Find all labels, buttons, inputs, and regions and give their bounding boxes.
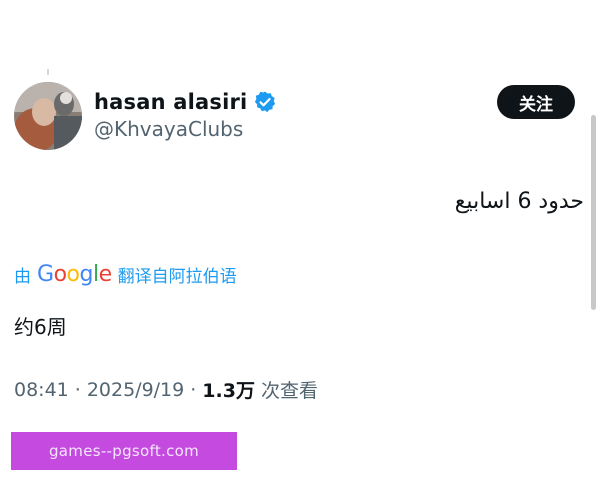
translation-attribution[interactable]: 由 Google 翻译自阿拉伯语 xyxy=(14,259,237,289)
follow-button[interactable]: 关注 xyxy=(497,85,575,119)
google-logo: Google xyxy=(37,262,112,287)
tweet-detail-page: hasan alasiri @KhvayaClubs 关注 حدود 6 اسا… xyxy=(0,0,600,480)
verified-badge-icon xyxy=(253,90,277,114)
google-letter: o xyxy=(53,261,67,287)
author-name-row: hasan alasiri xyxy=(94,88,277,116)
tweet-date[interactable]: 2025/9/19 xyxy=(87,379,184,401)
google-letter: o xyxy=(66,261,80,287)
avatar-photo-icon xyxy=(14,82,82,150)
meta-separator: · xyxy=(190,378,197,401)
scrollbar[interactable] xyxy=(591,115,596,310)
meta-separator: · xyxy=(74,378,81,401)
avatar[interactable] xyxy=(14,82,82,150)
google-letter: e xyxy=(98,261,113,287)
google-letter: G xyxy=(37,261,54,287)
author-handle[interactable]: @KhvayaClubs xyxy=(94,117,243,141)
translated-text: 约6周 xyxy=(14,315,67,339)
tweet-time[interactable]: 08:41 xyxy=(14,379,69,401)
google-letter: g xyxy=(79,261,94,287)
translation-source-language: 翻译自阿拉伯语 xyxy=(117,266,237,287)
watermark-banner: games--pgsoft.com xyxy=(11,432,237,470)
translation-prefix: 由 xyxy=(14,266,31,287)
tweet-text: حدود 6 اسابيع xyxy=(454,189,584,214)
views-count: 1.3万 xyxy=(202,380,255,402)
author-display-name[interactable]: hasan alasiri xyxy=(94,90,247,114)
views-label: 次查看 xyxy=(260,380,318,402)
tweet-meta: 08:41 · 2025/9/19 · 1.3万 次查看 xyxy=(14,376,318,403)
top-divider-mark xyxy=(47,69,49,75)
